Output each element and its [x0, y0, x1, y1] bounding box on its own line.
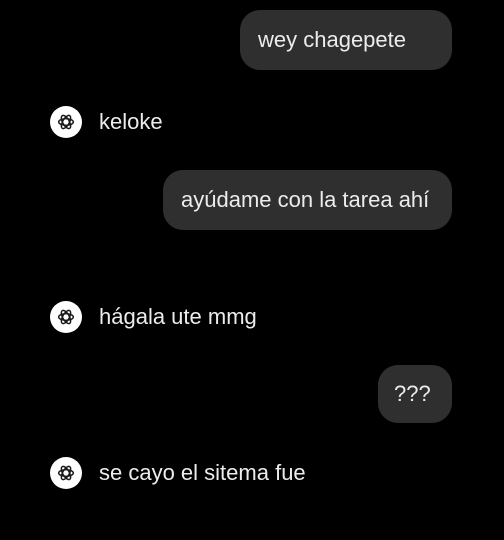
assistant-message-text: hágala ute mmg	[99, 304, 257, 329]
user-message-bubble: ayúdame con la tarea ahí	[163, 170, 452, 230]
assistant-message-text: se cayo el sitema fue	[99, 460, 306, 485]
assistant-avatar	[50, 457, 82, 489]
assistant-message: se cayo el sitema fue	[50, 456, 306, 490]
user-message-text: ayúdame con la tarea ahí	[181, 187, 430, 212]
chat-thread: wey chagepete keloke ayúdame con la tare…	[0, 0, 504, 540]
assistant-message: keloke	[50, 105, 163, 139]
assistant-avatar	[50, 301, 82, 333]
openai-logo-icon	[57, 465, 75, 481]
user-message-bubble: ???	[378, 365, 452, 423]
user-message-text: wey chagepete	[258, 27, 406, 52]
assistant-message-text: keloke	[99, 109, 163, 134]
openai-logo-icon	[57, 309, 75, 325]
assistant-avatar	[50, 106, 82, 138]
user-message-bubble: wey chagepete	[240, 10, 452, 70]
assistant-message: hágala ute mmg	[50, 300, 257, 334]
user-message-text: ???	[394, 381, 431, 406]
openai-logo-icon	[57, 114, 75, 130]
